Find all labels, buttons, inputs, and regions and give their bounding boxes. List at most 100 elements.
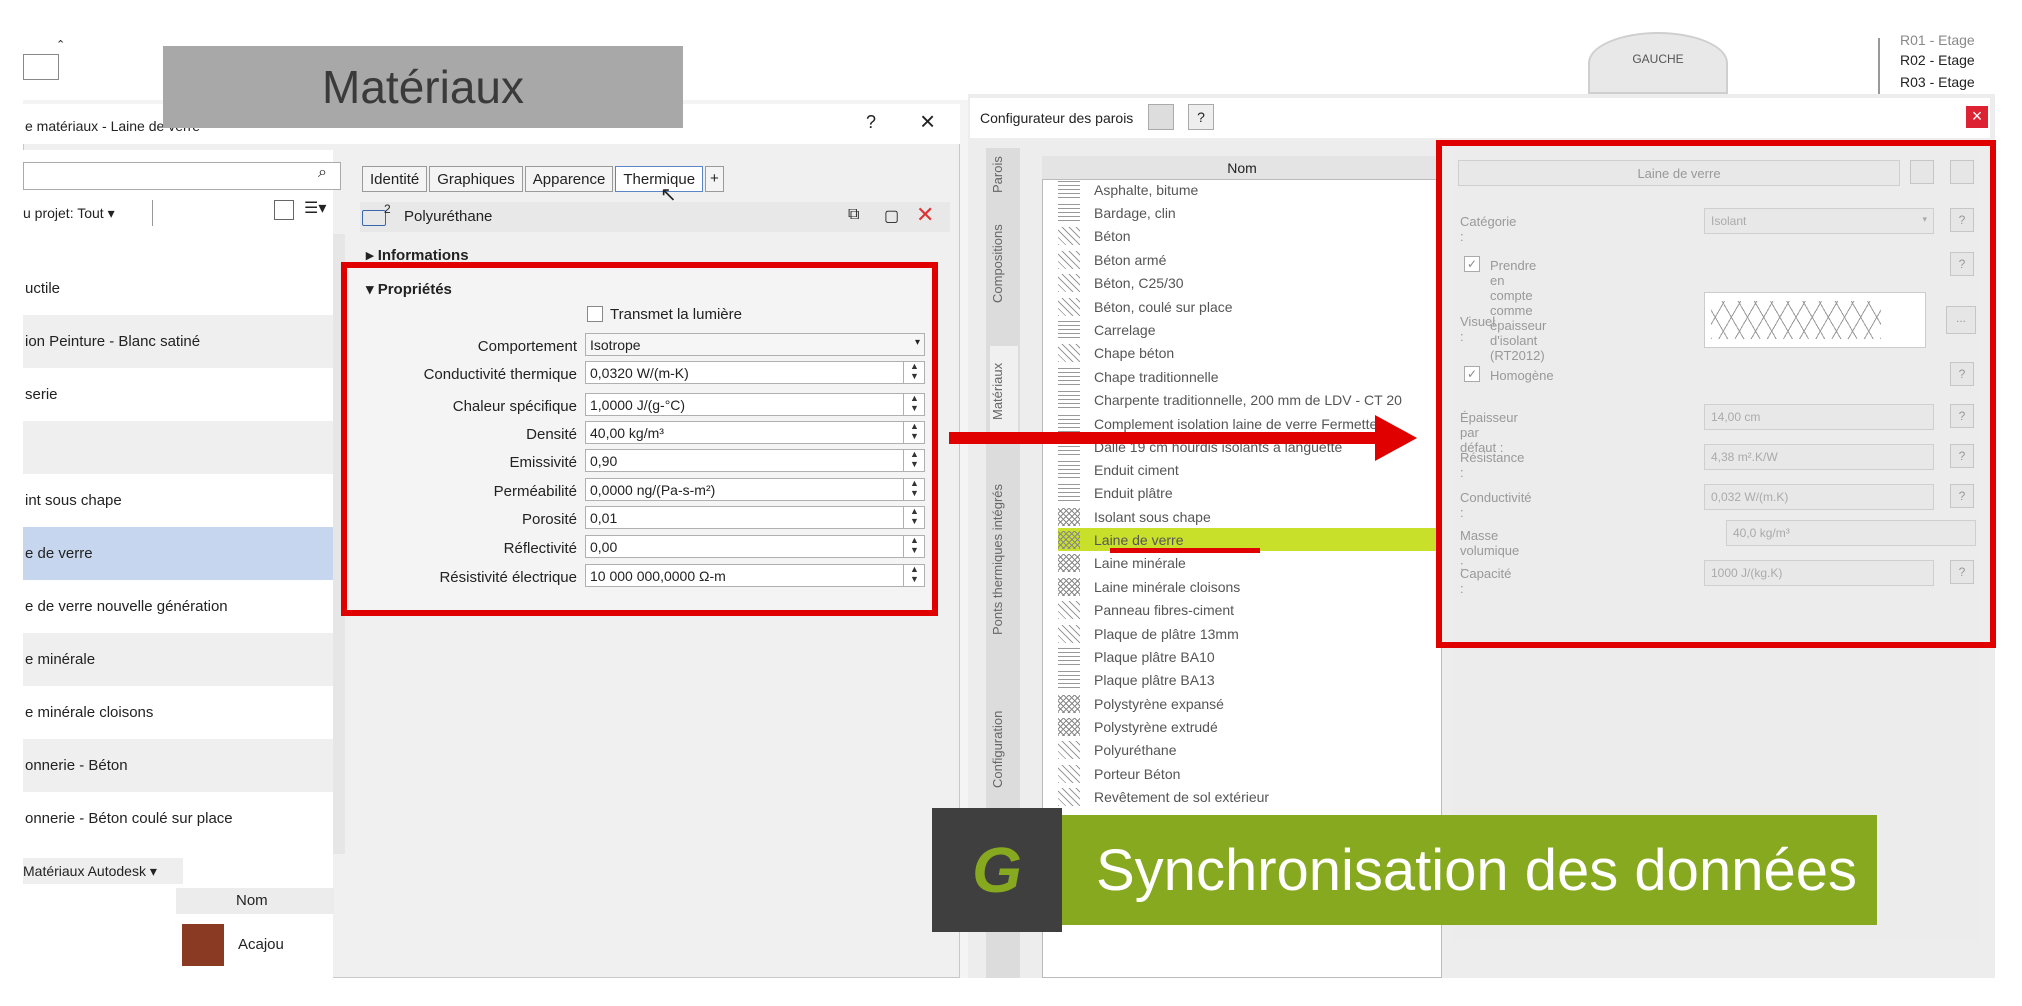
config-list-item[interactable]: Polyuréthane: [1058, 738, 1458, 761]
material-list-item[interactable]: e minérale: [23, 633, 333, 686]
material-list-item[interactable]: ion Peinture - Blanc satiné: [23, 315, 333, 368]
specific-heat-input[interactable]: 1,0000 J/(g-°C): [585, 393, 925, 416]
add-tab-button[interactable]: +: [705, 166, 724, 192]
material-list-item[interactable]: e minérale cloisons: [23, 686, 333, 739]
behavior-select[interactable]: Isotrope ▾: [585, 333, 925, 356]
level-item[interactable]: R01 - Etage: [1900, 32, 1975, 48]
config-list-item[interactable]: Chape traditionnelle: [1058, 365, 1458, 388]
category-select[interactable]: Isolant ▾: [1704, 208, 1934, 234]
config-list-item[interactable]: Enduit ciment: [1058, 458, 1458, 481]
rt2012-checkbox[interactable]: ✓: [1464, 256, 1480, 272]
resistivity-input[interactable]: 10 000 000,0000 Ω-m: [585, 564, 925, 587]
help-icon[interactable]: ?: [1950, 362, 1974, 386]
config-list-item[interactable]: Plaque plâtre BA13: [1058, 668, 1458, 691]
emissivity-input[interactable]: 0,90: [585, 449, 925, 472]
replace-asset-icon[interactable]: ⧉: [848, 206, 859, 224]
tab-identite[interactable]: Identité: [362, 166, 428, 192]
tab-apparence[interactable]: Apparence: [524, 166, 614, 192]
config-list-item[interactable]: Laine minérale: [1058, 551, 1458, 574]
config-list-item[interactable]: Asphalte, bitume: [1058, 178, 1458, 201]
material-list-item[interactable]: onnerie - Béton coulé sur place: [23, 792, 333, 845]
permeability-input[interactable]: 0,0000 ng/(Pa-s-m²): [585, 478, 925, 501]
help-button[interactable]: ?: [866, 112, 876, 133]
config-list-item[interactable]: Bardage, clin: [1058, 201, 1458, 224]
tab-materiaux[interactable]: Matériaux: [990, 346, 1018, 436]
config-list-item[interactable]: Porteur Béton: [1058, 762, 1458, 785]
project-filter[interactable]: u projet: Tout ▾: [23, 200, 153, 226]
search-input[interactable]: [23, 162, 341, 190]
help-icon[interactable]: ?: [1950, 560, 1974, 584]
config-list-item[interactable]: Béton: [1058, 224, 1458, 247]
config-list-item[interactable]: Polystyrène expansé: [1058, 692, 1458, 715]
material-list-item-selected[interactable]: e de verre: [23, 527, 333, 580]
spinner-icon[interactable]: ▲ ▼: [903, 421, 925, 444]
tab-configuration[interactable]: Configuration: [990, 694, 1018, 804]
config-list-item[interactable]: Panneau fibres-ciment: [1058, 598, 1458, 621]
menu-icon[interactable]: [1950, 160, 1974, 184]
transmit-light-checkbox[interactable]: [587, 306, 603, 322]
scroll-up-icon[interactable]: ⌃: [56, 38, 70, 52]
density-input[interactable]: 40,00 kg/m³: [585, 421, 925, 444]
help-icon[interactable]: ?: [1950, 404, 1974, 428]
config-list-item[interactable]: Béton armé: [1058, 248, 1458, 271]
spinner-icon[interactable]: ▲ ▼: [903, 449, 925, 472]
config-list-item[interactable]: Enduit plâtre: [1058, 481, 1458, 504]
reflectivity-input[interactable]: 0,00: [585, 535, 925, 558]
material-list-item[interactable]: int sous chape: [23, 474, 333, 527]
homogene-checkbox[interactable]: ✓: [1464, 366, 1480, 382]
configurator-help-button[interactable]: ?: [1188, 104, 1214, 130]
material-list-item[interactable]: [23, 421, 333, 474]
tab-parois[interactable]: Parois: [990, 150, 1018, 200]
config-list-item[interactable]: Isolant sous chape: [1058, 505, 1458, 528]
spinner-icon[interactable]: ▲ ▼: [903, 393, 925, 416]
spinner-icon[interactable]: ▲ ▼: [903, 478, 925, 501]
conductivity-value-input[interactable]: 0,032 W/(m.K): [1704, 484, 1934, 510]
resistance-input[interactable]: 4,38 m².K/W: [1704, 444, 1934, 470]
level-item[interactable]: R03 - Etage: [1900, 74, 1975, 90]
density-value-input[interactable]: 40,0 kg/m³: [1726, 520, 1976, 546]
config-list-item[interactable]: Laine minérale cloisons: [1058, 575, 1458, 598]
list-view-icon[interactable]: ☰▾: [304, 198, 326, 218]
config-list-item[interactable]: Polystyrène extrudé: [1058, 715, 1458, 738]
material-name-field[interactable]: Laine de verre: [1458, 160, 1900, 186]
spinner-icon[interactable]: ▲ ▼: [903, 535, 925, 558]
tab-ponts-thermiques[interactable]: Ponts thermiques intégrés: [990, 464, 1018, 654]
search-icon[interactable]: ⌕: [318, 164, 327, 182]
thickness-input[interactable]: 14,00 cm: [1704, 404, 1934, 430]
config-list-item[interactable]: Béton, coulé sur place: [1058, 295, 1458, 318]
conductivity-input[interactable]: 0,0320 W/(m-K): [585, 361, 925, 384]
config-list-item[interactable]: Charpente traditionnelle, 200 mm de LDV …: [1058, 388, 1458, 411]
view-cube[interactable]: GAUCHE: [1588, 32, 1728, 94]
library-filter[interactable]: Matériaux Autodesk ▾: [23, 858, 183, 884]
help-icon[interactable]: ?: [1950, 444, 1974, 468]
library-swatch[interactable]: [182, 924, 224, 966]
capacity-input[interactable]: 1000 J/(kg.K): [1704, 560, 1934, 586]
visual-browse-button[interactable]: ...: [1946, 306, 1976, 334]
spinner-icon[interactable]: ▲ ▼: [903, 361, 925, 384]
configurator-close-button[interactable]: ×: [1966, 106, 1988, 128]
tab-graphiques[interactable]: Graphiques: [429, 166, 523, 192]
tab-compositions[interactable]: Compositions: [990, 214, 1018, 314]
library-item-label[interactable]: Acajou: [238, 936, 284, 953]
level-item[interactable]: R02 - Etage: [1900, 52, 1975, 68]
spinner-icon[interactable]: ▲ ▼: [903, 564, 925, 587]
config-list-item[interactable]: Revêtement de sol extérieur: [1058, 785, 1458, 808]
configurator-menu-icon[interactable]: [1148, 104, 1174, 130]
help-icon[interactable]: ?: [1950, 252, 1974, 276]
help-icon[interactable]: ?: [1950, 484, 1974, 508]
material-list-item[interactable]: serie: [23, 368, 333, 421]
config-list-item[interactable]: Plaque de plâtre 13mm: [1058, 622, 1458, 645]
config-list-item[interactable]: Béton, C25/30: [1058, 271, 1458, 294]
config-list-item[interactable]: Plaque plâtre BA10: [1058, 645, 1458, 668]
help-icon[interactable]: ?: [1950, 208, 1974, 232]
view-toggle-icon[interactable]: [274, 200, 294, 220]
visual-pattern-preview[interactable]: [1704, 292, 1926, 348]
lock-icon[interactable]: [1910, 160, 1934, 184]
props-section-header[interactable]: ▾ Propriétés: [366, 280, 452, 298]
top-field[interactable]: [23, 54, 59, 80]
material-list-item[interactable]: e de verre nouvelle génération: [23, 580, 333, 633]
material-list-item[interactable]: uctile: [23, 262, 333, 315]
close-button[interactable]: ×: [920, 106, 935, 137]
spinner-icon[interactable]: ▲ ▼: [903, 506, 925, 529]
material-list-item[interactable]: onnerie - Béton: [23, 739, 333, 792]
